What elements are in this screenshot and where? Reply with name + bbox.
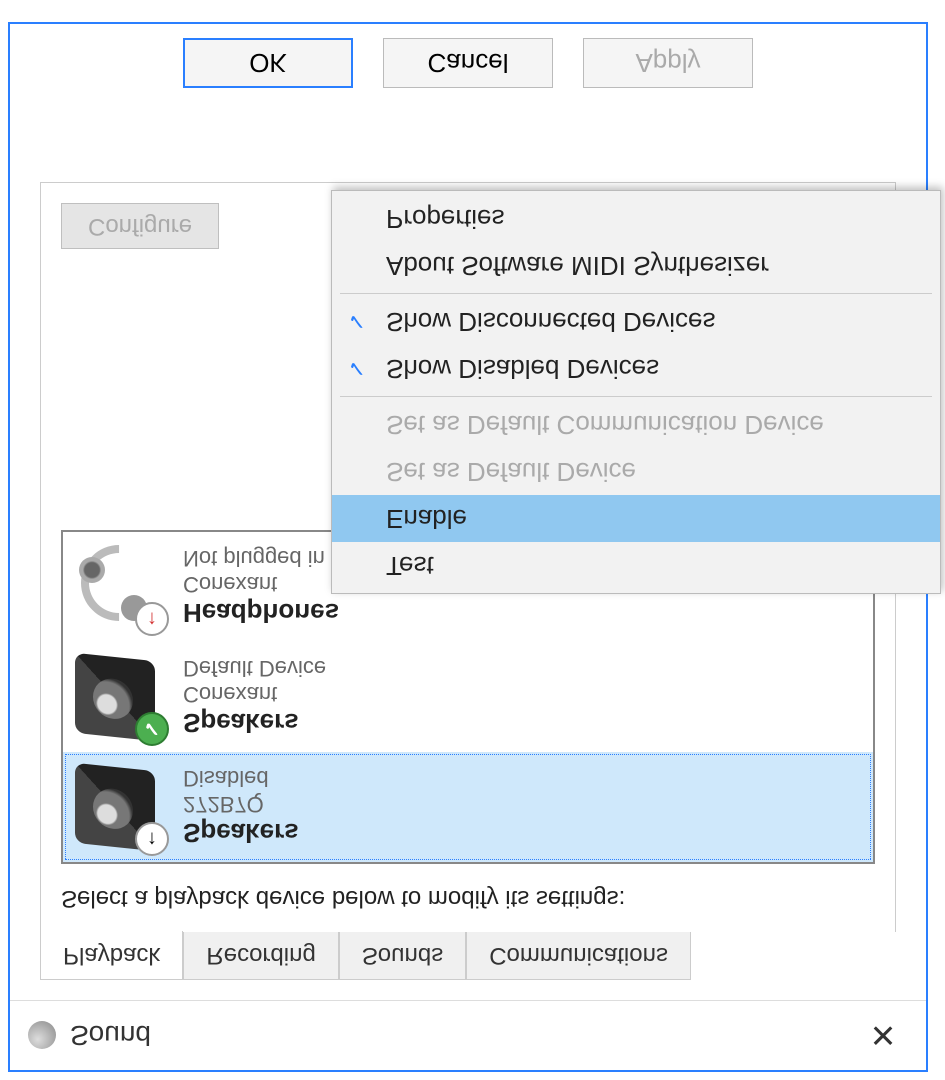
device-status: Disabled xyxy=(183,766,299,792)
arrow-up-red-icon xyxy=(135,602,169,636)
menu-label: Enable xyxy=(386,503,467,534)
device-subtitle: Conexant xyxy=(183,682,326,708)
titlebar: Sound ✕ xyxy=(10,1000,926,1070)
menu-test[interactable]: Test xyxy=(332,542,940,589)
menu-label: Properties xyxy=(386,203,505,234)
tab-sounds[interactable]: Sounds xyxy=(339,931,466,980)
menu-about[interactable]: About Software MIDI Synthesizer xyxy=(332,242,940,289)
menu-separator xyxy=(340,293,932,294)
device-context-menu: Test Enable Set as Default Device Set as… xyxy=(331,190,941,594)
menu-label: Set as Default Device xyxy=(386,456,636,487)
device-status: Not plugged in xyxy=(183,546,339,572)
menu-label: Show Disabled Devices xyxy=(386,353,659,384)
device-text: Speakers 272B7Q Disabled xyxy=(183,766,299,849)
configure-button[interactable]: Configure xyxy=(61,204,219,250)
menu-separator xyxy=(340,396,932,397)
menu-enable[interactable]: Enable xyxy=(332,495,940,542)
ok-button[interactable]: OK xyxy=(183,38,353,88)
sound-dialog: Sound ✕ Playback Recording Sounds Commun… xyxy=(8,22,928,1072)
device-subtitle: 272B7Q xyxy=(183,792,299,818)
menu-label: Test xyxy=(386,550,434,581)
tab-communications[interactable]: Communications xyxy=(466,931,691,980)
check-icon xyxy=(135,712,169,746)
tab-playback[interactable]: Playback xyxy=(40,931,183,980)
menu-label: Show Disconnected Devices xyxy=(386,306,716,337)
device-name: Headphones xyxy=(183,598,339,629)
menu-set-default-comm[interactable]: Set as Default Communication Device xyxy=(332,401,940,448)
device-row-0[interactable]: Speakers 272B7Q Disabled xyxy=(63,752,873,862)
window-title: Sound xyxy=(70,1020,151,1052)
tab-panel-playback: Select a playback device below to modify… xyxy=(40,182,896,932)
device-subtitle: Conexant xyxy=(183,572,339,598)
check-icon: ✓ xyxy=(342,309,372,335)
arrow-up-icon xyxy=(135,822,169,856)
sound-icon xyxy=(28,1022,56,1050)
device-text: Speakers Conexant Default Device xyxy=(183,656,326,739)
check-icon: ✓ xyxy=(342,356,372,382)
apply-button[interactable]: Apply xyxy=(583,38,753,88)
instruction-text: Select a playback device below to modify… xyxy=(41,864,895,912)
tab-recording[interactable]: Recording xyxy=(183,931,338,980)
speaker-icon xyxy=(75,652,165,742)
device-status: Default Device xyxy=(183,656,326,682)
close-button[interactable]: ✕ xyxy=(858,1011,908,1061)
menu-show-disconnected[interactable]: ✓ Show Disconnected Devices xyxy=(332,298,940,345)
device-row-1[interactable]: Speakers Conexant Default Device xyxy=(63,642,873,752)
dialog-button-row: OK Cancel Apply xyxy=(10,38,926,88)
device-name: Speakers xyxy=(183,818,299,849)
device-name: Speakers xyxy=(183,708,326,739)
menu-show-disabled[interactable]: ✓ Show Disabled Devices xyxy=(332,345,940,392)
menu-properties[interactable]: Properties xyxy=(332,195,940,242)
menu-label: Set as Default Communication Device xyxy=(386,409,824,440)
menu-label: About Software MIDI Synthesizer xyxy=(386,250,769,281)
device-text: Headphones Conexant Not plugged in xyxy=(183,546,339,629)
speaker-icon xyxy=(75,762,165,852)
tabstrip: Playback Recording Sounds Communications xyxy=(40,931,926,980)
headphone-icon xyxy=(75,542,165,632)
cancel-button[interactable]: Cancel xyxy=(383,38,553,88)
menu-set-default-device[interactable]: Set as Default Device xyxy=(332,448,940,495)
